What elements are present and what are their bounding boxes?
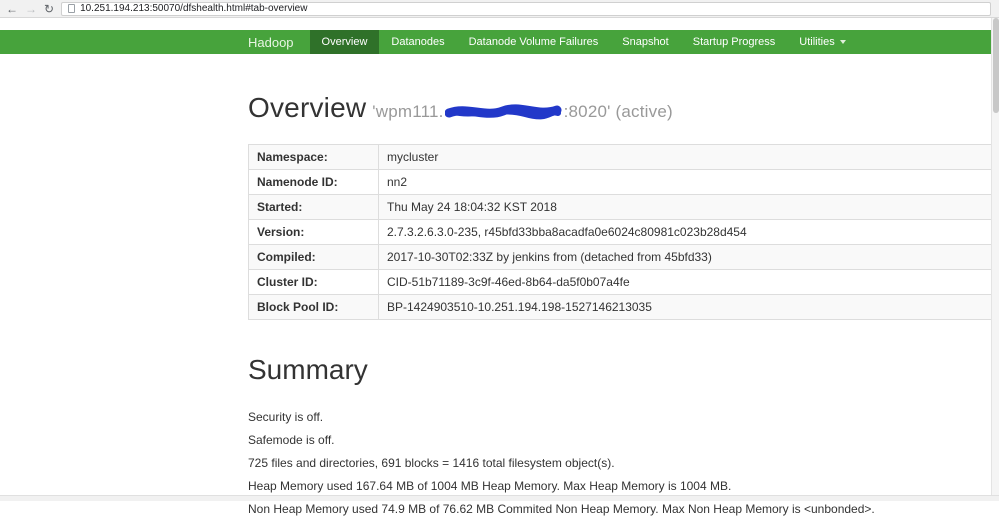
tab-snapshot[interactable]: Snapshot	[610, 30, 680, 54]
tab-startup-progress[interactable]: Startup Progress	[681, 30, 788, 54]
table-row: Block Pool ID: BP-1424903510-10.251.194.…	[249, 295, 992, 320]
tab-datanodes[interactable]: Datanodes	[379, 30, 456, 54]
row-value: nn2	[379, 170, 992, 195]
address-bar[interactable]: 10.251.194.213:50070/dfshealth.html#tab-…	[61, 2, 991, 16]
row-value: mycluster	[379, 145, 992, 170]
page-title-text: Overview	[248, 92, 366, 123]
horizontal-scrollbar[interactable]	[0, 495, 999, 501]
scrollbar-thumb[interactable]	[993, 18, 999, 113]
page-title: Overview 'wpm111.:8020' (active)	[248, 92, 999, 124]
summary-security: Security is off.	[248, 410, 999, 424]
summary-title: Summary	[248, 354, 999, 386]
row-label: Version:	[249, 220, 379, 245]
vertical-scrollbar[interactable]	[991, 18, 999, 495]
summary-non-heap-memory: Non Heap Memory used 74.9 MB of 76.62 MB…	[248, 502, 999, 516]
table-row: Started: Thu May 24 18:04:32 KST 2018	[249, 195, 992, 220]
tab-utilities[interactable]: Utilities	[787, 30, 857, 54]
namenode-address: 'wpm111.:8020' (active)	[372, 102, 673, 121]
row-label: Started:	[249, 195, 379, 220]
table-row: Namespace: mycluster	[249, 145, 992, 170]
row-value: 2017-10-30T02:33Z by jenkins from (detac…	[379, 245, 992, 270]
row-value: 2.7.3.2.6.3.0-235, r45bfd33bba8acadfa0e6…	[379, 220, 992, 245]
summary-safemode: Safemode is off.	[248, 433, 999, 447]
browser-toolbar: ← → ↻ 10.251.194.213:50070/dfshealth.htm…	[0, 0, 999, 18]
table-row: Version: 2.7.3.2.6.3.0-235, r45bfd33bba8…	[249, 220, 992, 245]
chevron-down-icon	[840, 40, 846, 44]
navbar-brand[interactable]: Hadoop	[248, 30, 310, 54]
chrome-gap	[0, 18, 999, 30]
redaction-scribble	[445, 104, 563, 120]
table-row: Namenode ID: nn2	[249, 170, 992, 195]
row-value: BP-1424903510-10.251.194.198-15271462130…	[379, 295, 992, 320]
table-row: Cluster ID: CID-51b71189-3c9f-46ed-8b64-…	[249, 270, 992, 295]
summary-heap-memory: Heap Memory used 167.64 MB of 1004 MB He…	[248, 479, 999, 493]
row-label: Block Pool ID:	[249, 295, 379, 320]
forward-icon[interactable]: →	[25, 3, 37, 15]
tab-utilities-label: Utilities	[799, 36, 834, 48]
row-label: Namenode ID:	[249, 170, 379, 195]
row-label: Namespace:	[249, 145, 379, 170]
back-icon[interactable]: ←	[6, 3, 18, 15]
tab-datanode-volume-failures[interactable]: Datanode Volume Failures	[457, 30, 611, 54]
url-text: 10.251.194.213:50070/dfshealth.html#tab-…	[80, 3, 307, 14]
page-icon	[68, 4, 75, 13]
row-label: Compiled:	[249, 245, 379, 270]
row-value: CID-51b71189-3c9f-46ed-8b64-da5f0b07a4fe	[379, 270, 992, 295]
row-label: Cluster ID:	[249, 270, 379, 295]
overview-info-table: Namespace: mycluster Namenode ID: nn2 St…	[248, 144, 992, 320]
summary-filesystem-objects: 725 files and directories, 691 blocks = …	[248, 456, 999, 470]
hadoop-navbar: Hadoop Overview Datanodes Datanode Volum…	[0, 30, 999, 54]
table-row: Compiled: 2017-10-30T02:33Z by jenkins f…	[249, 245, 992, 270]
row-value: Thu May 24 18:04:32 KST 2018	[379, 195, 992, 220]
tab-overview[interactable]: Overview	[310, 30, 380, 54]
refresh-icon[interactable]: ↻	[44, 3, 54, 15]
page-content: Overview 'wpm111.:8020' (active) Namespac…	[0, 92, 999, 516]
